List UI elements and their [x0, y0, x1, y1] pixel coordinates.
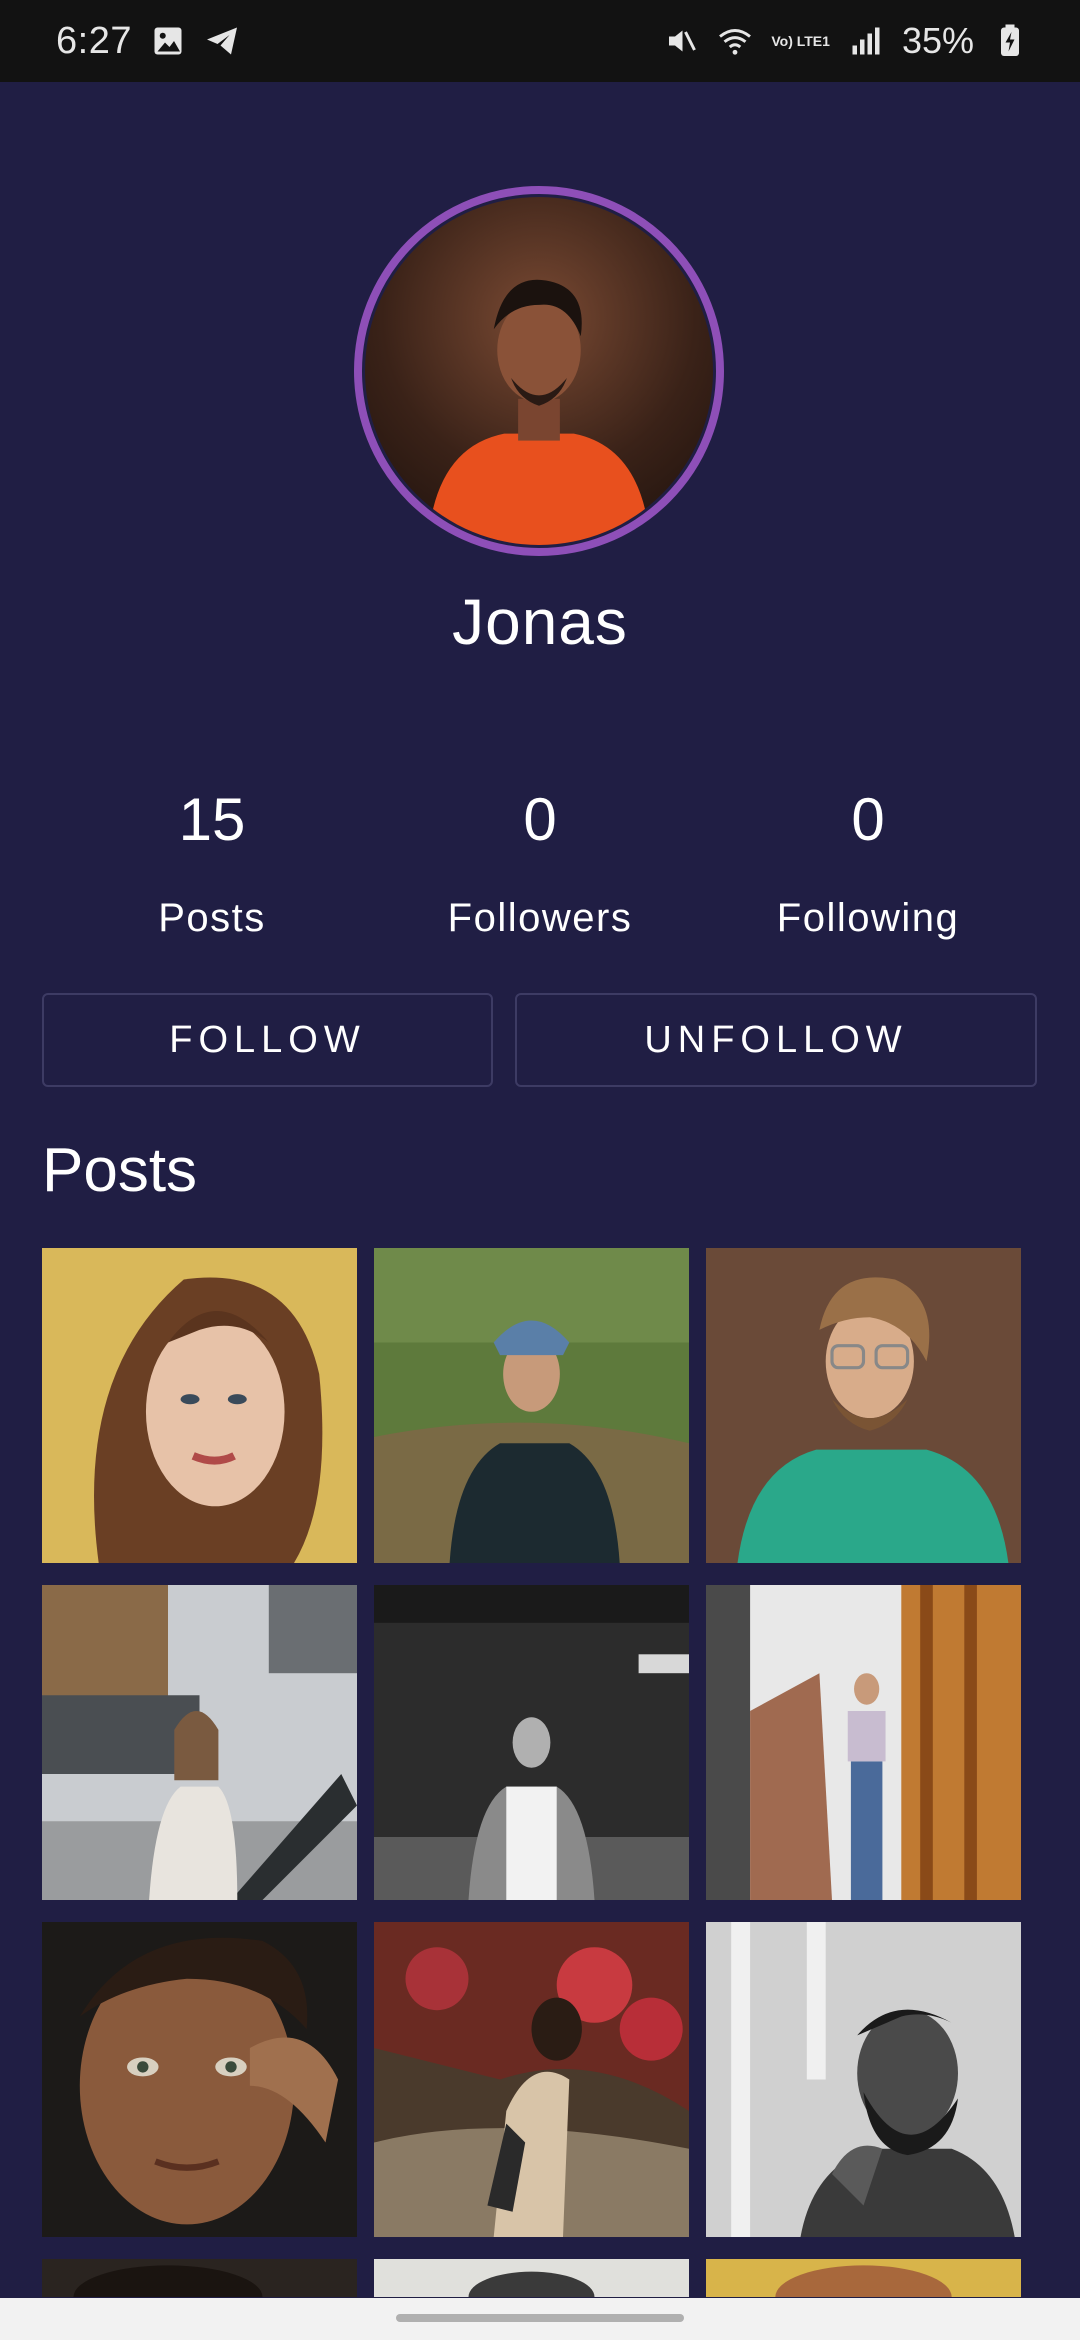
post-thumbnail[interactable]: [374, 1585, 689, 1900]
post-thumbnail[interactable]: [706, 1585, 1021, 1900]
posts-section-title: Posts: [42, 1136, 198, 1205]
status-time: 6:27: [56, 19, 132, 62]
stat-following[interactable]: 0 Following: [708, 780, 1028, 941]
battery-charging-icon: [1001, 24, 1019, 56]
profile-username: Jonas: [452, 586, 628, 658]
post-thumbnail[interactable]: [706, 1922, 1021, 2237]
stat-label: Posts: [158, 896, 266, 940]
mute-icon: [669, 30, 697, 52]
profile-stats: 15 Posts 0 Followers 0 Following: [0, 780, 1080, 960]
stat-posts[interactable]: 15 Posts: [52, 780, 372, 941]
telegram-icon: [206, 27, 237, 55]
lte-indicator: Vo) LTE1: [771, 33, 830, 49]
stat-value: 0: [523, 786, 557, 853]
stat-label: Followers: [447, 896, 633, 940]
post-thumbnail[interactable]: [374, 1248, 689, 1563]
post-thumbnail[interactable]: [374, 1922, 689, 2237]
battery-percent: 35%: [901, 20, 974, 61]
stat-label: Following: [776, 896, 960, 940]
gallery-icon: [154, 27, 182, 55]
profile-screen: 6:27 Vo) LTE1 35% Jonas 15 Posts 0 Follo…: [0, 0, 1080, 2340]
stat-value: 0: [851, 786, 885, 853]
avatar-ring: [354, 186, 724, 556]
post-thumbnail[interactable]: [42, 1585, 357, 1900]
system-nav-bar: [0, 2298, 1080, 2340]
wifi-icon: [719, 29, 752, 55]
status-bar: 6:27 Vo) LTE1 35%: [0, 0, 1080, 82]
signal-icon: [852, 27, 880, 55]
follow-button[interactable]: FOLLOW: [42, 993, 493, 1087]
unfollow-button[interactable]: UNFOLLOW: [515, 993, 1037, 1087]
post-thumbnail[interactable]: [42, 2259, 357, 2297]
home-gesture-handle[interactable]: [396, 2314, 684, 2322]
post-thumbnail[interactable]: [374, 2259, 689, 2297]
post-thumbnail[interactable]: [706, 1248, 1021, 1563]
post-thumbnail[interactable]: [706, 2259, 1021, 2297]
stat-followers[interactable]: 0 Followers: [380, 780, 700, 941]
avatar[interactable]: [365, 197, 713, 545]
post-thumbnail[interactable]: [42, 1922, 357, 2237]
post-thumbnail[interactable]: [42, 1248, 357, 1563]
stat-value: 15: [178, 786, 246, 853]
